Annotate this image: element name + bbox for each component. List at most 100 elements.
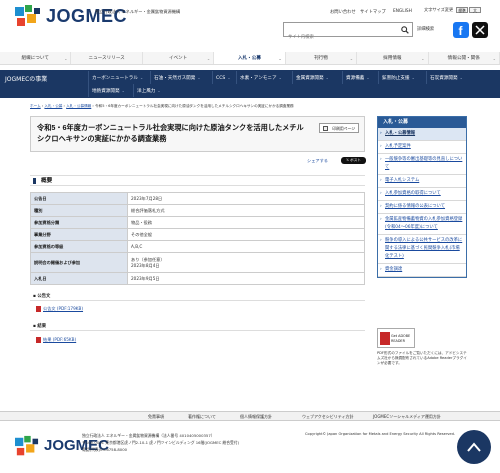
- nav-label: 刊行物: [314, 56, 328, 61]
- nav-label: 採用情報: [383, 56, 402, 61]
- adobe-reader-badge[interactable]: Get ADOBE READER: [377, 328, 415, 348]
- business-label: カーボンニュートラル: [92, 76, 138, 81]
- row-label: 種別: [30, 204, 128, 217]
- table-row: 参加資格の等級 A,B,C: [30, 240, 365, 253]
- sidebar-item-bidding-info[interactable]: 入札・公募情報: [378, 128, 466, 141]
- adobe-icon: [380, 332, 390, 345]
- search-icon[interactable]: [397, 23, 412, 36]
- nav-label: イベント: [168, 56, 188, 61]
- business-label: 金属資源開発: [296, 76, 324, 81]
- nav-item-about[interactable]: 組織について ⌄: [0, 52, 72, 64]
- nav-item-recruit[interactable]: 採用情報 ⌄: [357, 52, 429, 64]
- overview-heading: 概要: [30, 175, 365, 186]
- business-item-geothermal[interactable]: 地熱資源開発 ⌄: [88, 84, 128, 97]
- x-icon[interactable]: [472, 22, 488, 38]
- title-box: 令和5・6年度カーボンニュートラル社会実現に向けた原油タンクを活用したメチルシク…: [30, 116, 365, 152]
- row-value: 2023年9月5日: [127, 272, 365, 285]
- table-row: 事業分野 その他全般: [30, 228, 365, 241]
- chevron-down-icon: ⌄: [157, 88, 161, 93]
- sidebar-item-market-test[interactable]: 競争の導入による公共サービスの改革に関する法律に基づく民間競争入札(市場化テスト…: [378, 235, 466, 264]
- sidebar-item-qualification[interactable]: 入札参加資格の取得について: [378, 188, 466, 201]
- footer-nav: 免責事項 著作権について 個人情報保護方針 ウェブアクセシビリティ方針 JOGM…: [0, 411, 500, 421]
- detail-search-link[interactable]: 詳細検索: [417, 26, 434, 32]
- footer-org: 独立行政法人 エネルギー・金属鉱物資源機構（法人番号 4010405000357…: [82, 433, 215, 438]
- nav-item-news[interactable]: ニュースリリース: [71, 52, 143, 64]
- sidebar-item-metal-stockpile[interactable]: 金属鉱産物備蓄物資の入札参加資格登録(令和04〜06年度)について: [378, 214, 466, 235]
- table-row: 種別 総合評価落札方式: [30, 204, 365, 217]
- business-nav-title[interactable]: JOGMECの事業: [5, 74, 47, 83]
- font-size-standard-button[interactable]: 標準: [456, 7, 468, 13]
- sitemap-link[interactable]: サイトマップ: [360, 9, 386, 15]
- contact-link[interactable]: お問い合わせ: [330, 9, 356, 15]
- business-label: 資源備蓄: [346, 76, 365, 81]
- table-row: 入札日 2023年9月5日: [30, 272, 365, 285]
- notice-pdf-label: 公告文 (PDF:179KB): [43, 306, 84, 311]
- nav-item-publications[interactable]: 刊行物 ⌄: [286, 52, 358, 64]
- footer-phone: 電話(代表)03-6758-8000: [82, 447, 128, 452]
- business-item-hydrogen[interactable]: 水素・アンモニア ⌄: [236, 71, 285, 84]
- jogmec-logo-icon[interactable]: [15, 5, 41, 29]
- table-row: 公告日 2023年7月28日: [30, 192, 365, 205]
- site-footer: JOGMEC 独立行政法人 エネルギー・金属鉱物資源機構（法人番号 401040…: [0, 421, 500, 473]
- notice-pdf-link[interactable]: 公告文 (PDF:179KB): [36, 306, 83, 312]
- nav-item-disclosure[interactable]: 情報公開・関係 ⌄: [429, 52, 500, 64]
- chevron-down-icon: ⌄: [139, 75, 144, 80]
- footer-address: 〒105-0001 東京都港区虎ノ門2-10-1 虎ノ門ツインビルディング 16…: [82, 440, 240, 445]
- business-item-oil-gas[interactable]: 石油・天然ガス開発 ⌄: [150, 71, 204, 84]
- table-row: 説明会の開催および参加 あり（参加任意） 2023年8月4日: [30, 252, 365, 273]
- print-button[interactable]: 印刷用ページ: [319, 123, 359, 133]
- result-heading-text: 結果: [37, 324, 47, 329]
- sidebar-heading[interactable]: 入札・公募: [378, 117, 466, 128]
- jogmec-logo-icon[interactable]: [15, 435, 39, 459]
- font-size-large-button[interactable]: 大: [469, 7, 481, 13]
- sidebar-item-contract-disclosure[interactable]: 契約に係る情報の公表について: [378, 201, 466, 214]
- pdf-icon: [36, 337, 41, 343]
- sidebar-item-review[interactable]: 一般競争等の審出基礎等の見直しについて: [378, 154, 466, 175]
- print-label: 印刷用ページ: [332, 126, 355, 131]
- post-button[interactable]: 𝕏 ポスト: [341, 157, 366, 164]
- nav-item-bidding[interactable]: 入札・公募 ⌄: [214, 52, 286, 64]
- sidebar-item-planned[interactable]: 入札予定案件: [378, 141, 466, 154]
- business-item-carbon-neutral[interactable]: カーボンニュートラル ⌄: [88, 71, 146, 84]
- adobe-note: PDF形式のファイルをご覧いただくには、アドビシステムズ社から無償配布されている…: [377, 351, 467, 365]
- footer-address-block: 独立行政法人 エネルギー・金属鉱物資源機構（法人番号 4010405000357…: [82, 432, 282, 453]
- row-value: 総合評価落札方式: [127, 204, 365, 217]
- row-label: 入札日: [30, 272, 128, 285]
- chevron-down-icon: ⌄: [278, 75, 282, 80]
- chevron-down-icon: ⌄: [278, 56, 282, 61]
- business-item-stockpile[interactable]: 資源備蓄 ⌄: [342, 71, 373, 84]
- breadcrumb-home[interactable]: ホーム: [30, 104, 41, 108]
- breadcrumb-bidding[interactable]: 入札・公募: [44, 104, 62, 108]
- chevron-down-icon: ⌄: [197, 75, 201, 80]
- page-title: 令和5・6年度カーボンニュートラル社会実現に向けた原油タンクを活用したメチルシク…: [37, 123, 304, 143]
- overview-table: 公告日 2023年7月28日 種別 総合評価落札方式 参加資格分類 物品・役務 事業分…: [30, 192, 365, 285]
- notice-heading-text: 公告文: [37, 294, 51, 299]
- printer-icon: [323, 126, 328, 131]
- nav-label: 組織について: [21, 56, 49, 61]
- breadcrumb-bidding-info[interactable]: 入札・公募情報: [66, 104, 91, 108]
- result-pdf-link[interactable]: 結果 (PDF:65KB): [36, 337, 76, 343]
- chevron-down-icon: ⌄: [227, 75, 231, 80]
- row-value: あり（参加任意） 2023年8月4日: [127, 252, 365, 273]
- sidebar-item-funding[interactable]: 資金調達: [378, 264, 466, 277]
- pdf-icon: [36, 306, 41, 312]
- search-input[interactable]: [284, 30, 394, 43]
- sidebar-item-e-bidding[interactable]: 電子入札システム: [378, 175, 466, 188]
- back-to-top-button[interactable]: [457, 430, 491, 464]
- share-link[interactable]: シェアする: [307, 158, 328, 164]
- business-item-offshore-wind[interactable]: 洋上風力 ⌄: [133, 84, 164, 97]
- facebook-icon[interactable]: f: [453, 22, 469, 38]
- chevron-down-icon: ⌄: [459, 75, 463, 80]
- row-label: 参加資格の等級: [30, 240, 128, 253]
- business-label: 洋上風力: [137, 89, 156, 94]
- org-name: 独立行政法人 エネルギー・金属鉱物資源機構: [95, 9, 181, 14]
- site-header: JOGMEC 独立行政法人 エネルギー・金属鉱物資源機構 お問い合わせ サイトマ…: [0, 0, 500, 46]
- business-item-ccs[interactable]: CCS ⌄: [212, 71, 234, 84]
- chevron-down-icon: ⌄: [206, 56, 211, 61]
- business-item-coal[interactable]: 石炭資源開発 ⌄: [426, 71, 466, 84]
- business-item-mine-pollution[interactable]: 鉱害防止支援 ⌄: [378, 71, 418, 84]
- english-link[interactable]: ENGLISH: [393, 9, 412, 14]
- nav-item-events[interactable]: イベント ⌄: [143, 52, 215, 64]
- business-item-metals[interactable]: 金属資源開発 ⌄: [292, 71, 332, 84]
- business-label: 鉱害防止支援: [382, 76, 410, 81]
